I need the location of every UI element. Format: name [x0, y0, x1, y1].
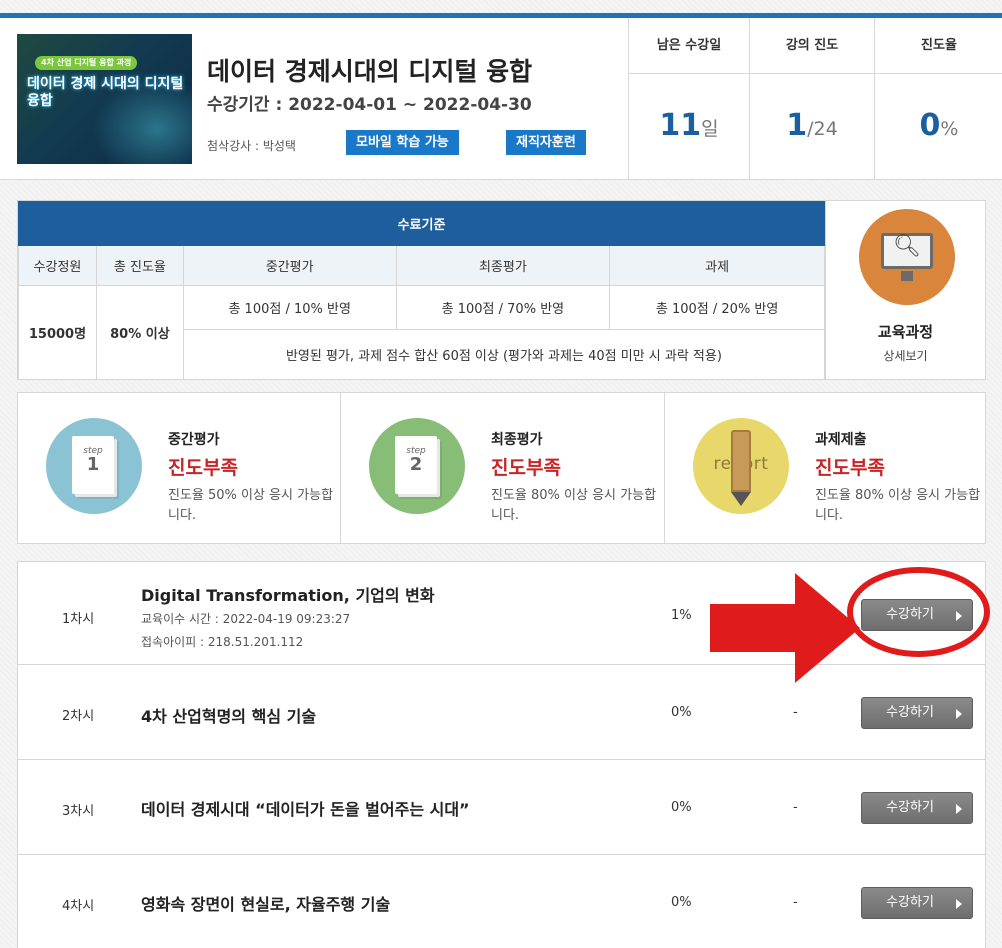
report-pencil-icon: report	[693, 418, 789, 514]
capacity-value: 15000명	[18, 285, 97, 380]
course-thumbnail: 4차 산업 디지털 융합 과정 데이터 경제 시대의 디지털 융합	[17, 34, 192, 164]
detail-title: 교육과정	[877, 323, 934, 341]
watch-button-label: 수강하기	[886, 800, 934, 815]
course-detail-link[interactable]: 🔍︎ 교육과정 상세보기	[825, 201, 985, 379]
stat-value: 0%	[875, 108, 1002, 143]
detail-subtitle: 상세보기	[883, 349, 928, 363]
course-header: 4차 산업 디지털 융합 과정 데이터 경제 시대의 디지털 융합 데이터 경제…	[0, 18, 1002, 180]
thumbnail-title: 데이터 경제 시대의 디지털 융합	[27, 76, 184, 109]
lesson-number: 1차시	[62, 612, 95, 627]
thumbnail-badge: 4차 산업 디지털 융합 과정	[35, 56, 138, 70]
lesson-progress: 0%	[671, 895, 692, 910]
criteria-header: 수료기준	[18, 201, 825, 246]
lesson-title: 4차 산업혁명의 핵심 기술	[141, 707, 317, 726]
criteria-table: 수료기준 수강정원 총 진도율 중간평가 최종평가 과제 15000명 80% …	[18, 201, 826, 380]
lesson-number: 2차시	[62, 709, 95, 724]
step-title: 중간평가	[168, 432, 220, 448]
lesson-completed-time: 교육이수 시간 : 2022-04-19 09:23:27	[141, 612, 351, 626]
magnifier-icon: 🔍︎	[893, 234, 921, 259]
col-total-progress: 총 진도율	[95, 245, 184, 286]
watch-button[interactable]: 수강하기	[861, 792, 973, 824]
step-final: step 2 최종평가 진도부족 진도율 80% 이상 응시 가능합니다.	[340, 393, 664, 543]
col-assignment: 과제	[609, 245, 825, 286]
step-description: 진도율 50% 이상 응시 가능합니다.	[168, 488, 334, 523]
course-title: 데이터 경제시대의 디지털 융합	[207, 57, 533, 86]
monitor-stand	[901, 271, 913, 281]
col-midterm: 중간평가	[182, 245, 397, 286]
document-icon: step 2	[395, 436, 437, 494]
lesson-progress: 0%	[671, 705, 692, 720]
step-description: 진도율 80% 이상 응시 가능합니다.	[491, 488, 657, 523]
lesson-title: 데이터 경제시대 “데이터가 돈을 벌어주는 시대”	[141, 800, 470, 819]
lesson-progress: 1%	[671, 608, 692, 623]
mobile-learning-badge: 모바일 학습 가능	[346, 130, 459, 155]
watch-button[interactable]: 수강하기	[861, 697, 973, 729]
col-capacity: 수강정원	[18, 245, 97, 286]
lesson-dash: -	[793, 895, 798, 910]
total-progress-value: 80% 이상	[95, 285, 184, 380]
evaluation-steps: step 1 중간평가 진도부족 진도율 50% 이상 응시 가능합니다. st…	[17, 392, 986, 544]
lesson-dash: -	[793, 705, 798, 720]
step-assignment: report 과제제출 진도부족 진도율 80% 이상 응시 가능합니다.	[664, 393, 985, 543]
stat-number: 11	[659, 108, 702, 143]
play-arrow-icon	[956, 899, 962, 909]
step-1-icon: step 1	[46, 418, 142, 514]
midterm-value: 총 100점 / 10% 반영	[182, 285, 397, 330]
course-period: 수강기간 : 2022-04-01 ~ 2022-04-30	[207, 95, 532, 115]
pencil-icon	[731, 430, 751, 492]
col-final: 최종평가	[395, 245, 611, 286]
stat-lecture-progress: 강의 진도 1/24	[750, 18, 875, 180]
lesson-number: 4차시	[62, 899, 95, 914]
lesson-title: 영화속 장면이 현실로, 자율주행 기술	[141, 895, 391, 914]
doc-step-number: 2	[409, 454, 423, 475]
progress-stats: 남은 수강일 11일 강의 진도 1/24 진도율 0%	[628, 18, 1002, 180]
stat-unit: 일	[701, 118, 719, 140]
lesson-row: 3차시 데이터 경제시대 “데이터가 돈을 벌어주는 시대” 0% - 수강하기	[18, 760, 985, 855]
step-title: 최종평가	[491, 432, 543, 448]
play-arrow-icon	[956, 804, 962, 814]
instructor-name: 첨삭강사 : 박성택	[207, 139, 296, 153]
stat-remaining-days: 남은 수강일 11일	[629, 18, 750, 180]
document-icon: step 1	[72, 436, 114, 494]
monitor-search-icon: 🔍︎	[859, 209, 955, 305]
stat-label: 진도율	[875, 18, 1002, 74]
stat-unit: %	[940, 118, 959, 140]
play-arrow-icon	[956, 709, 962, 719]
completion-criteria: 수료기준 수강정원 총 진도율 중간평가 최종평가 과제 15000명 80% …	[17, 200, 986, 380]
stat-unit: /24	[807, 118, 838, 140]
red-annotation-arrow-icon	[710, 573, 860, 683]
lesson-number: 3차시	[62, 804, 95, 819]
stat-value: 1/24	[750, 108, 874, 143]
stat-label: 강의 진도	[750, 18, 874, 74]
stat-label: 남은 수강일	[629, 18, 749, 74]
pencil-tip	[731, 492, 751, 506]
step-2-icon: step 2	[369, 418, 465, 514]
step-status: 진도부족	[168, 457, 238, 479]
step-status: 진도부족	[815, 457, 885, 479]
red-annotation-circle	[847, 567, 990, 657]
assignment-value: 총 100점 / 20% 반영	[609, 285, 825, 330]
step-midterm: step 1 중간평가 진도부족 진도율 50% 이상 응시 가능합니다.	[18, 393, 340, 543]
lesson-dash: -	[793, 800, 798, 815]
watch-button-label: 수강하기	[886, 705, 934, 720]
lesson-row: 4차시 영화속 장면이 현실로, 자율주행 기술 0% - 수강하기	[18, 855, 985, 948]
watch-button[interactable]: 수강하기	[861, 887, 973, 919]
criteria-note: 반영된 평가, 과제 점수 합산 60점 이상 (평가와 과제는 40점 미만 …	[182, 329, 826, 380]
step-description: 진도율 80% 이상 응시 가능합니다.	[815, 488, 981, 523]
lesson-progress: 0%	[671, 800, 692, 815]
lesson-access-ip: 접속아이피 : 218.51.201.112	[141, 635, 304, 649]
watch-button-label: 수강하기	[886, 895, 934, 910]
stat-number: 1	[786, 108, 808, 143]
stat-number: 0	[919, 108, 941, 143]
worker-training-badge: 재직자훈련	[506, 130, 586, 155]
doc-step-number: 1	[86, 454, 100, 475]
final-value: 총 100점 / 70% 반영	[395, 285, 611, 330]
lesson-title: Digital Transformation, 기업의 변화	[141, 586, 435, 605]
stat-progress-rate: 진도율 0%	[875, 18, 1002, 180]
stat-value: 11일	[629, 108, 749, 143]
step-title: 과제제출	[815, 432, 867, 448]
step-status: 진도부족	[491, 457, 561, 479]
